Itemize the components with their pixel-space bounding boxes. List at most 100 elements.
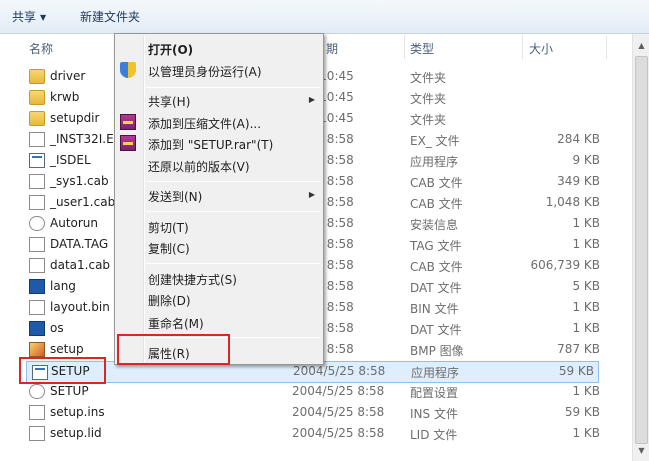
file-type: 应用程序 <box>411 366 460 380</box>
file-name: os <box>50 321 64 335</box>
scroll-thumb[interactable] <box>635 56 648 444</box>
file-size: 284 KB <box>557 132 600 146</box>
document-icon <box>29 405 45 420</box>
menu-item-share[interactable]: 共享(H) <box>148 93 190 110</box>
folder-icon <box>29 111 45 126</box>
file-name: driver <box>50 69 86 83</box>
column-header-date[interactable]: 期 <box>326 40 338 57</box>
file-name: _sys1.cab <box>50 174 109 188</box>
document-icon <box>29 132 45 147</box>
file-type: DAT 文件 <box>410 323 462 337</box>
column-divider[interactable] <box>522 35 523 59</box>
column-header-name[interactable]: 名称 <box>29 40 53 57</box>
file-name: SETUP <box>51 364 90 378</box>
file-date: 2004/5/25 8:58 <box>292 405 385 419</box>
file-size: 349 KB <box>557 174 600 188</box>
column-divider[interactable] <box>606 35 607 59</box>
file-name: data1.cab <box>50 258 111 272</box>
file-type: 安装信息 <box>410 218 459 232</box>
file-size: 1,048 KB <box>545 195 600 209</box>
file-size: 787 KB <box>557 342 600 356</box>
file-name: SETUP <box>50 384 89 398</box>
menu-separator <box>146 263 320 264</box>
folder-icon <box>29 69 45 84</box>
file-name: setup <box>50 342 84 356</box>
column-divider[interactable] <box>404 35 405 59</box>
menu-item-run-as-admin[interactable]: 以管理员身份运行(A) <box>148 63 262 80</box>
file-size: 606,739 KB <box>530 258 600 272</box>
file-size: 1 KB <box>572 426 600 440</box>
context-menu: 打开(O) 以管理员身份运行(A) 共享(H) ▶ 添加到压缩文件(A)... … <box>114 33 324 365</box>
menu-separator <box>146 87 320 88</box>
file-size: 59 KB <box>564 405 600 419</box>
document-icon <box>29 195 45 210</box>
file-name: setup.lid <box>50 426 102 440</box>
uac-shield-icon <box>120 62 136 78</box>
share-menu-button[interactable]: 共享 ▼ <box>12 8 46 25</box>
file-name: _user1.cab <box>50 195 116 209</box>
column-header-bar: 名称 期 类型 大小 <box>0 34 649 60</box>
file-size: 5 KB <box>572 279 600 293</box>
menu-item-add-to-setup-rar[interactable]: 添加到 "SETUP.rar"(T) <box>148 136 273 153</box>
menu-item-create-shortcut[interactable]: 创建快捷方式(S) <box>148 271 237 288</box>
application-icon <box>29 153 45 168</box>
file-name: Autorun <box>50 216 99 230</box>
file-type: INS 文件 <box>410 407 458 421</box>
file-type: LID 文件 <box>410 428 458 442</box>
file-name: _INST32I.E <box>50 132 114 146</box>
scroll-up-arrow-icon[interactable]: ▲ <box>634 38 649 54</box>
share-label: 共享 <box>12 10 37 24</box>
submenu-arrow-icon: ▶ <box>308 95 315 104</box>
file-size: 1 KB <box>572 300 600 314</box>
file-type: 文件夹 <box>410 92 447 106</box>
menu-item-copy[interactable]: 复制(C) <box>148 240 190 257</box>
submenu-arrow-icon: ▶ <box>308 190 315 199</box>
file-size: 1 KB <box>572 216 600 230</box>
file-row[interactable]: setup.lid 2004/5/25 8:58 LID 文件 1 KB <box>24 423 604 444</box>
menu-item-properties[interactable]: 属性(R) <box>148 345 190 362</box>
menu-item-delete[interactable]: 删除(D) <box>148 292 191 309</box>
menu-separator <box>146 211 320 212</box>
file-type: CAB 文件 <box>410 197 463 211</box>
settings-file-icon <box>29 216 45 231</box>
menu-item-rename[interactable]: 重命名(M) <box>148 315 204 332</box>
file-type: BIN 文件 <box>410 302 459 316</box>
command-bar: 共享 ▼ 新建文件夹 <box>0 0 649 34</box>
file-name: setupdir <box>50 111 100 125</box>
document-icon <box>29 426 45 441</box>
winrar-icon <box>120 114 136 130</box>
column-header-type[interactable]: 类型 <box>410 40 434 57</box>
menu-item-restore-previous-versions[interactable]: 还原以前的版本(V) <box>148 158 250 175</box>
file-size: 1 KB <box>572 321 600 335</box>
file-type: TAG 文件 <box>410 239 462 253</box>
file-type: DAT 文件 <box>410 281 462 295</box>
column-header-size[interactable]: 大小 <box>529 40 553 57</box>
file-type: BMP 图像 <box>410 344 464 358</box>
file-name: DATA.TAG <box>50 237 109 251</box>
file-row[interactable]: setup.ins 2004/5/25 8:58 INS 文件 59 KB <box>24 402 604 423</box>
file-size: 1 KB <box>572 237 600 251</box>
menu-item-send-to[interactable]: 发送到(N) <box>148 188 202 205</box>
file-name: krwb <box>50 90 80 104</box>
file-type: 应用程序 <box>410 155 459 169</box>
menu-item-add-to-archive[interactable]: 添加到压缩文件(A)... <box>148 115 261 132</box>
bitmap-icon <box>29 342 45 357</box>
folder-icon <box>29 90 45 105</box>
file-type: CAB 文件 <box>410 176 463 190</box>
menu-separator <box>146 181 320 182</box>
file-type: EX_ 文件 <box>410 134 460 148</box>
file-type: 文件夹 <box>410 113 447 127</box>
menu-separator <box>146 337 320 338</box>
document-icon <box>29 300 45 315</box>
vertical-scrollbar[interactable]: ▲ ▼ <box>632 34 649 461</box>
file-type: 配置设置 <box>410 386 459 400</box>
menu-item-cut[interactable]: 剪切(T) <box>148 219 189 236</box>
menu-item-open[interactable]: 打开(O) <box>148 41 193 58</box>
file-name: setup.ins <box>50 405 105 419</box>
file-type: 文件夹 <box>410 71 447 85</box>
new-folder-button[interactable]: 新建文件夹 <box>80 8 140 25</box>
settings-file-icon <box>29 384 45 399</box>
scroll-down-arrow-icon[interactable]: ▼ <box>634 443 649 459</box>
file-row[interactable]: SETUP 2004/5/25 8:58 配置设置 1 KB <box>24 381 604 402</box>
file-date: 2004/5/25 8:58 <box>293 364 386 378</box>
